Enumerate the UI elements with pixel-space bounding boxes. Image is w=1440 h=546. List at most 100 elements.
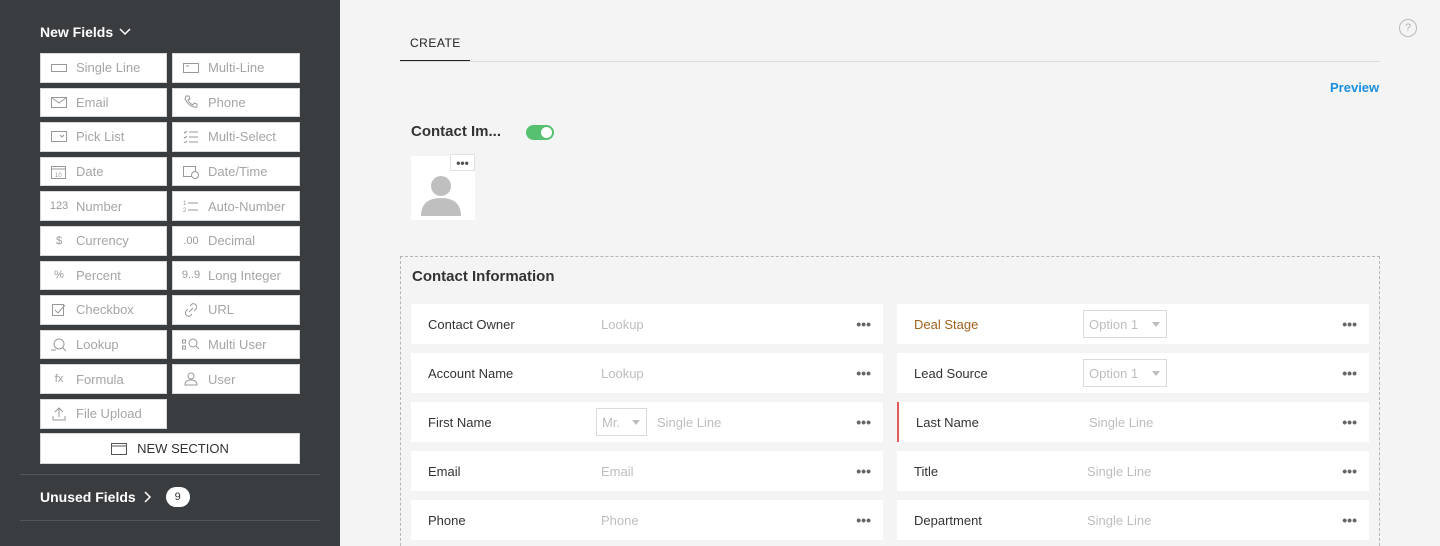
- unused-fields-label: Unused Fields: [40, 489, 136, 505]
- long-integer-icon: 9..9: [181, 269, 201, 282]
- more-options-icon[interactable]: •••: [1342, 316, 1357, 332]
- field-tile-multi-user[interactable]: Multi User: [172, 329, 300, 360]
- date-icon: 10: [50, 165, 68, 179]
- field-row-last-name[interactable]: Last Name Single Line •••: [897, 402, 1369, 442]
- field-tile-label: Formula: [76, 371, 124, 387]
- field-placeholder: Single Line: [1089, 414, 1154, 430]
- field-label: Contact Owner: [428, 316, 515, 332]
- field-tile-auto-number[interactable]: 1 2 Auto-Number: [172, 191, 300, 221]
- email-icon: [50, 95, 68, 109]
- caret-down-icon: [1152, 322, 1160, 327]
- field-placeholder: Phone: [601, 512, 639, 528]
- field-tile-label: Pick List: [76, 129, 125, 145]
- lookup-icon: [50, 338, 68, 352]
- field-tile-pick-list[interactable]: Pick List: [40, 122, 167, 152]
- field-tile-label: User: [208, 371, 236, 387]
- field-label: Last Name: [916, 414, 979, 430]
- field-row-lead-source[interactable]: Lead Source Option 1 •••: [897, 353, 1369, 393]
- field-tile-user[interactable]: User: [172, 364, 300, 394]
- field-row-title[interactable]: Title Single Line •••: [897, 451, 1369, 491]
- more-options-icon[interactable]: •••: [1342, 512, 1357, 528]
- field-row-department[interactable]: Department Single Line •••: [897, 500, 1369, 540]
- salutation-select[interactable]: Mr.: [596, 408, 647, 436]
- field-tile-number[interactable]: 123 Number: [40, 191, 167, 221]
- field-tile-lookup[interactable]: Lookup: [40, 329, 167, 360]
- sidebar: New Fields Single Line Multi-Line Email Pho…: [0, 0, 340, 546]
- field-row-contact-owner[interactable]: Contact Owner Lookup •••: [411, 304, 883, 344]
- field-tile-date-time[interactable]: Date/Time: [172, 156, 300, 187]
- field-label: Phone: [428, 512, 466, 528]
- field-tile-label: Phone: [208, 94, 246, 110]
- field-tile-date[interactable]: 10 Date: [40, 156, 167, 187]
- field-tile-decimal[interactable]: .00 Decimal: [172, 225, 300, 256]
- more-options-icon[interactable]: •••: [856, 463, 871, 479]
- svg-text:2: 2: [183, 208, 187, 213]
- field-tile-checkbox[interactable]: Checkbox: [40, 295, 167, 325]
- field-tile-email[interactable]: Email: [40, 87, 167, 118]
- field-tile-label: Long Integer: [208, 267, 282, 283]
- field-tile-long-integer[interactable]: 9..9 Long Integer: [172, 260, 300, 291]
- field-tile-multi-line[interactable]: Multi-Line: [172, 53, 300, 83]
- divider: [20, 474, 320, 475]
- more-options-icon[interactable]: •••: [856, 365, 871, 381]
- preview-link[interactable]: Preview: [1330, 80, 1379, 95]
- field-label: Email: [428, 463, 461, 479]
- percent-icon: %: [54, 269, 64, 282]
- more-options-icon[interactable]: •••: [1342, 463, 1357, 479]
- more-options-icon[interactable]: •••: [1342, 414, 1357, 430]
- field-row-phone[interactable]: Phone Phone •••: [411, 500, 883, 540]
- user-icon: [182, 372, 200, 386]
- more-options-icon[interactable]: •••: [856, 512, 871, 528]
- more-options-icon[interactable]: •••: [1342, 365, 1357, 381]
- checkbox-icon: [50, 303, 68, 317]
- field-tile-multi-select[interactable]: Multi-Select: [172, 122, 300, 152]
- unused-count-badge: 9: [165, 487, 190, 507]
- more-options-icon[interactable]: •••: [856, 316, 871, 332]
- layout-toggle[interactable]: [526, 125, 554, 140]
- new-section-button[interactable]: NEW SECTION: [40, 433, 300, 464]
- field-row-first-name[interactable]: First Name Mr. Single Line •••: [411, 402, 883, 442]
- auto-number-icon: 12: [182, 199, 200, 213]
- field-tile-label: Auto-Number: [208, 198, 286, 214]
- new-fields-heading[interactable]: New Fields: [40, 24, 131, 40]
- option-select[interactable]: Option 1: [1083, 310, 1167, 338]
- field-label: Lead Source: [914, 365, 988, 381]
- pick-list-icon: [50, 130, 68, 144]
- field-label: Deal Stage: [914, 316, 979, 332]
- field-row-account-name[interactable]: Account Name Lookup •••: [411, 353, 883, 393]
- field-label: Title: [914, 463, 939, 479]
- field-label: First Name: [428, 414, 492, 430]
- field-label: Account Name: [428, 365, 514, 381]
- multi-select-icon: [182, 130, 200, 144]
- layout-name[interactable]: Contact Im...: [411, 123, 501, 140]
- help-icon[interactable]: ?: [1399, 19, 1417, 37]
- svg-text:10: 10: [55, 173, 62, 179]
- field-row-deal-stage[interactable]: Deal Stage Option 1 •••: [897, 304, 1369, 344]
- field-tile-file-upload[interactable]: File Upload: [40, 398, 167, 429]
- field-tile-label: Multi User: [208, 337, 267, 353]
- unused-fields-toggle[interactable]: Unused Fields 9: [40, 487, 190, 507]
- field-tile-currency[interactable]: $ Currency: [40, 225, 167, 256]
- photo-more-button[interactable]: •••: [450, 154, 475, 171]
- field-tile-formula[interactable]: fx Formula: [40, 364, 167, 394]
- field-tile-percent[interactable]: % Percent: [40, 260, 167, 291]
- field-tile-label: Number: [76, 198, 123, 214]
- field-tile-label: Percent: [76, 267, 121, 283]
- field-tile-label: Lookup: [76, 337, 119, 353]
- field-row-email[interactable]: Email Email •••: [411, 451, 883, 491]
- field-tile-label: Currency: [76, 233, 129, 249]
- field-placeholder: Lookup: [601, 365, 644, 381]
- field-tile-label: Date/Time: [208, 164, 268, 180]
- multi-line-icon: [182, 61, 200, 75]
- field-tile-single-line[interactable]: Single Line: [40, 53, 167, 83]
- more-options-icon[interactable]: •••: [856, 414, 871, 430]
- field-tile-label: Decimal: [208, 233, 255, 249]
- tab-create[interactable]: CREATE: [400, 26, 470, 62]
- section-icon: [111, 442, 128, 455]
- section-title[interactable]: Contact Information: [412, 268, 555, 285]
- field-tile-phone[interactable]: Phone: [172, 87, 300, 118]
- option-select[interactable]: Option 1: [1083, 359, 1167, 387]
- field-tile-label: Multi-Line: [208, 60, 265, 76]
- field-tile-url[interactable]: URL: [172, 295, 300, 325]
- field-tile-label: URL: [208, 302, 235, 318]
